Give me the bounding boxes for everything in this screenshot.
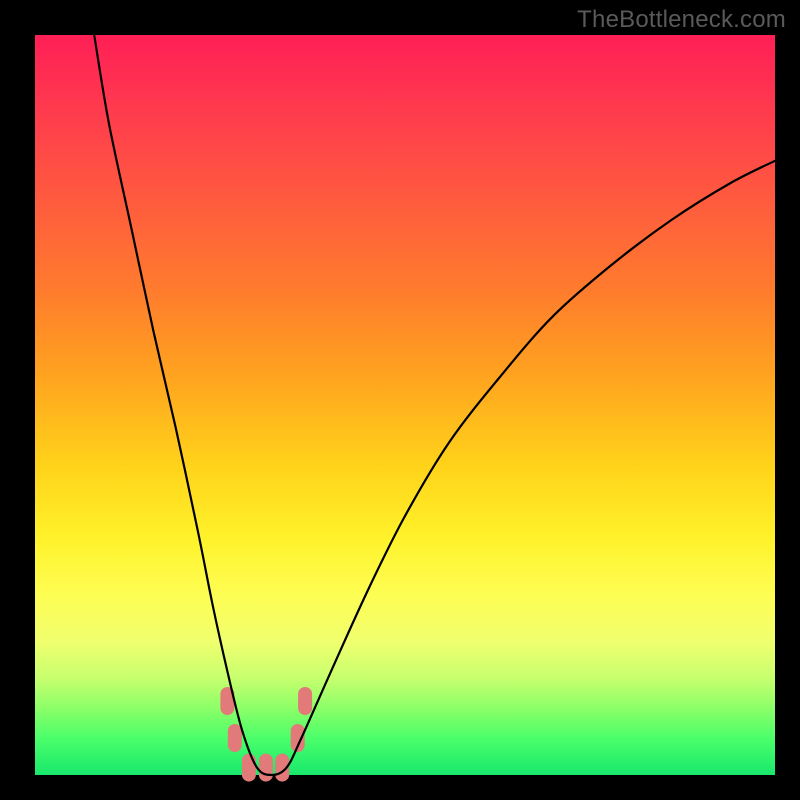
bottleneck-curve: [94, 35, 775, 775]
marker-pill: [259, 754, 273, 782]
marker-pill: [298, 687, 312, 715]
outer-frame: TheBottleneck.com: [0, 0, 800, 800]
watermark-text: TheBottleneck.com: [577, 6, 786, 34]
gradient-plot-area: [35, 35, 775, 775]
marker-pill: [242, 754, 256, 782]
chart-svg: [35, 35, 775, 775]
marker-pill: [228, 724, 242, 752]
